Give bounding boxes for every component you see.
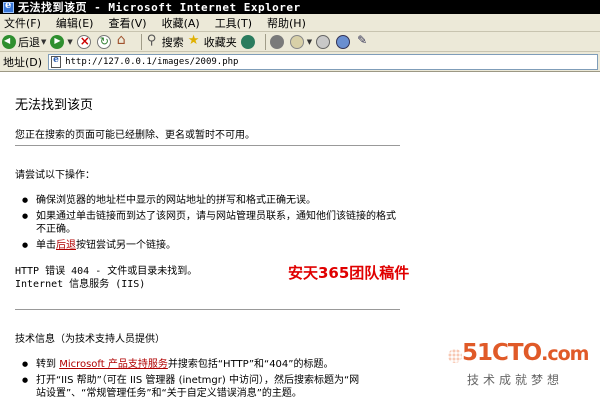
mail-icon [289, 34, 304, 49]
favorites-label: 收藏夹 [203, 35, 237, 49]
back-arrow-icon [2, 34, 16, 49]
toolbar: 后退 ▼ ▼ 搜索 收藏夹 ▼ [0, 32, 600, 52]
list-item-text: 不正确。 [36, 224, 76, 235]
menu-bar: 文件(F) 编辑(E) 查看(V) 收藏(A) 工具(T) 帮助(H) [0, 14, 600, 32]
refresh-icon [96, 34, 111, 49]
stop-button[interactable] [76, 33, 93, 50]
address-url[interactable]: http://127.0.0.1/images/2009.php [65, 57, 238, 67]
brand-logo: 51CTO.com [462, 340, 589, 366]
page-icon [51, 55, 62, 68]
logo-suffix: .com [541, 343, 589, 365]
logo-main: 51CTO [462, 340, 542, 366]
tech-heading: 技术信息（为技术支持人员提供） [15, 334, 165, 345]
list-item-text: 并搜索包括“HTTP”和“404”的标题。 [167, 359, 334, 370]
toolbar-separator [264, 33, 266, 50]
chevron-down-icon[interactable]: ▼ [67, 38, 72, 46]
search-icon [146, 33, 160, 49]
list-item-text: 单击 [36, 240, 56, 251]
list-item-text: 转到 [36, 359, 60, 370]
list-item-text: 如果通过单击链接而到达了该网页，请与网站管理员联系，通知他们该链接的格式 [36, 211, 396, 222]
refresh-button[interactable] [96, 33, 113, 50]
messenger-button[interactable] [356, 33, 372, 50]
ie-icon [3, 0, 14, 13]
list-item-text: 按钮尝试另一个链接。 [76, 240, 176, 251]
page-title: 无法找到该页 [15, 98, 94, 113]
history-icon [269, 34, 284, 49]
list-item: 单击后退按钮尝试另一个链接。 [22, 239, 396, 252]
search-button[interactable]: 搜索 [146, 33, 184, 50]
address-input[interactable]: http://127.0.0.1/images/2009.php [48, 53, 598, 70]
page-content: 无法找到该页 您正在搜索的页面可能已经删除、更名或暂时不可用。 请尝试以下操作：… [0, 72, 600, 406]
history-button[interactable] [269, 33, 286, 50]
home-icon [117, 32, 131, 49]
home-button[interactable] [117, 32, 133, 50]
favorites-button[interactable]: 收藏夹 [188, 33, 237, 50]
media-button[interactable] [240, 33, 257, 50]
toolbar-separator [140, 33, 142, 50]
list-item: 转到 Microsoft 产品支持服务并搜索包括“HTTP”和“404”的标题。 [22, 358, 359, 371]
list-item: 如果通过单击链接而到达了该网页，请与网站管理员联系，通知他们该链接的格式不正确。 [22, 210, 396, 236]
logo-dots-icon [448, 349, 462, 363]
list-item: 打开“IIS 帮助”（可在 IIS 管理器 (inetmgr) 中访问），然后搜… [22, 374, 360, 400]
media-icon [240, 34, 255, 49]
messenger-icon [356, 33, 370, 49]
search-label: 搜索 [161, 35, 184, 49]
watermark-text: 安天365团队稿件 [288, 264, 410, 282]
window-title: 无法找到该页 - Microsoft Internet Explorer [18, 1, 301, 14]
back-label: 后退 [18, 35, 40, 49]
address-bar: 地址(D) http://127.0.0.1/images/2009.php [0, 52, 600, 72]
menu-tools[interactable]: 工具(T) [215, 15, 252, 31]
menu-favorites[interactable]: 收藏(A) [162, 15, 200, 31]
address-label: 地址(D) [3, 55, 43, 69]
list-item-text: 站设置”、“常规管理任务”和“关于自定义错误消息”的主题。 [36, 388, 302, 399]
star-icon [188, 33, 202, 49]
list-item-text: 打开“IIS 帮助”（可在 IIS 管理器 (inetmgr) 中访问），然后搜… [36, 375, 360, 386]
title-bar: 无法找到该页 - Microsoft Internet Explorer [0, 0, 600, 14]
try-heading: 请尝试以下操作： [15, 170, 95, 181]
list-item-text: 确保浏览器的地址栏中显示的网站地址的拼写和格式正确无误。 [36, 195, 316, 206]
try-list: 确保浏览器的地址栏中显示的网站地址的拼写和格式正确无误。 如果通过单击链接而到达… [22, 194, 396, 255]
list-item: 确保浏览器的地址栏中显示的网站地址的拼写和格式正确无误。 [22, 194, 396, 207]
menu-view[interactable]: 查看(V) [108, 15, 146, 31]
forward-arrow-icon [50, 34, 65, 49]
support-link[interactable]: Microsoft 产品支持服务 [59, 359, 168, 370]
stop-icon [76, 34, 91, 49]
printer-icon [316, 34, 331, 49]
menu-help[interactable]: 帮助(H) [267, 15, 306, 31]
forward-button[interactable]: ▼ [50, 33, 73, 50]
divider [15, 145, 400, 146]
edit-icon [336, 34, 351, 49]
print-button[interactable] [316, 33, 332, 50]
back-link[interactable]: 后退 [56, 240, 76, 251]
intro-text: 您正在搜索的页面可能已经删除、更名或暂时不可用。 [15, 130, 255, 141]
chevron-down-icon[interactable]: ▼ [307, 38, 312, 46]
back-button[interactable]: 后退 ▼ [2, 33, 46, 50]
mail-button[interactable]: ▼ [289, 33, 312, 50]
tech-list: 转到 Microsoft 产品支持服务并搜索包括“HTTP”和“404”的标题。… [22, 358, 360, 403]
menu-edit[interactable]: 编辑(E) [56, 15, 94, 31]
menu-file[interactable]: 文件(F) [4, 15, 41, 31]
edit-button[interactable] [336, 33, 352, 50]
divider [15, 309, 400, 310]
brand-slogan: 技术成就梦想 [467, 373, 564, 387]
chevron-down-icon[interactable]: ▼ [41, 38, 46, 46]
iis-text: Internet 信息服务 (IIS) [15, 279, 146, 290]
